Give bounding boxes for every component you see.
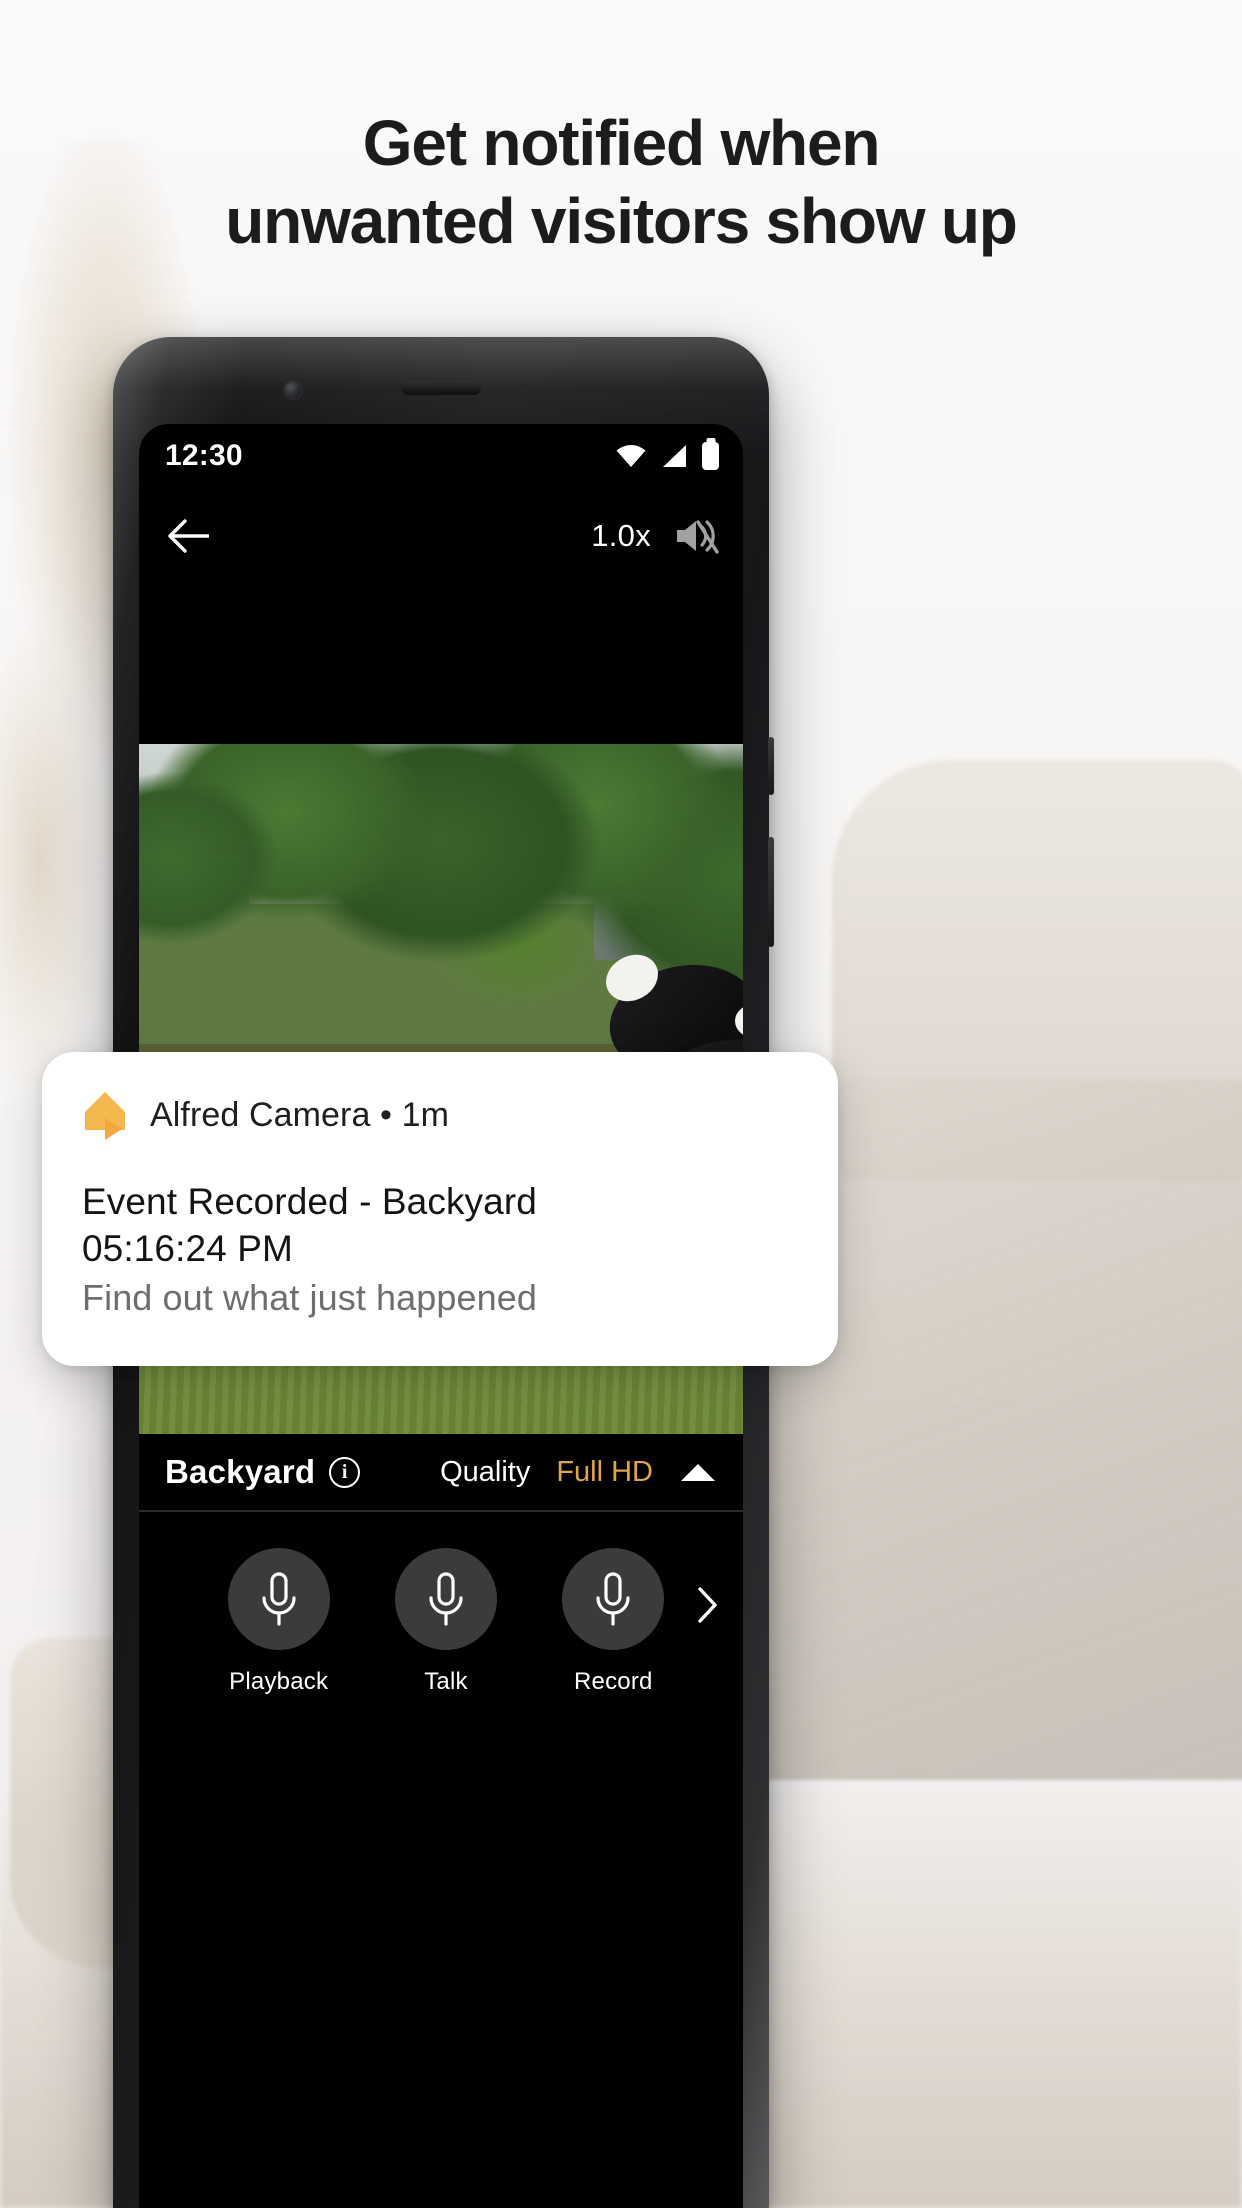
talk-button[interactable]: Talk xyxy=(394,1548,497,1696)
talk-button-circle xyxy=(394,1548,497,1650)
control-buttons-scroller[interactable]: Playback Talk Record xyxy=(139,1548,743,1696)
notification-header: Alfred Camera • 1m xyxy=(82,1090,798,1140)
camera-info-row: Backyard i Quality Full HD xyxy=(139,1434,743,1510)
notification-time: 05:16:24 PM xyxy=(82,1228,293,1270)
playback-button[interactable]: Playback xyxy=(227,1548,330,1696)
cell-signal-icon xyxy=(663,445,686,467)
playback-button-label: Playback xyxy=(229,1668,329,1695)
earpiece-speaker xyxy=(401,381,481,395)
notification-title: Event Recorded - Backyard xyxy=(82,1181,537,1222)
status-bar-time: 12:30 xyxy=(165,439,243,472)
record-button-label: Record xyxy=(574,1668,653,1695)
playback-button-circle xyxy=(227,1548,330,1650)
alfred-home-play-icon xyxy=(85,1092,125,1140)
chevron-right-icon[interactable] xyxy=(697,1586,719,1624)
microphone-icon xyxy=(596,1572,630,1626)
notification-card[interactable]: Alfred Camera • 1m Event Recorded - Back… xyxy=(42,1052,838,1366)
headline-line-1: Get notified when xyxy=(362,107,881,179)
notification-app-line: Alfred Camera • 1m xyxy=(150,1095,450,1134)
status-bar-icons xyxy=(616,442,719,470)
player-toolbar-right: 1.0x xyxy=(591,516,719,556)
speaker-muted-icon[interactable] xyxy=(673,516,719,556)
caret-up-icon[interactable] xyxy=(681,1463,715,1481)
arrow-left-icon[interactable] xyxy=(167,519,209,553)
talk-button-label: Talk xyxy=(424,1668,468,1695)
wifi-icon xyxy=(616,445,646,467)
status-bar: 12:30 xyxy=(139,424,743,488)
quality-value[interactable]: Full HD xyxy=(556,1456,653,1489)
phone-volume-button xyxy=(768,837,774,947)
quality-label: Quality xyxy=(440,1455,531,1488)
notification-subtitle: Find out what just happened xyxy=(82,1276,538,1318)
control-buttons-row: Playback Talk Record xyxy=(139,1512,743,1696)
headline-line-2: unwanted visitors show up xyxy=(225,185,1018,258)
quality-group: Quality Full HD xyxy=(440,1456,715,1489)
microphone-icon xyxy=(262,1572,296,1626)
front-camera-icon xyxy=(285,382,301,398)
record-button[interactable]: Record xyxy=(562,1548,665,1696)
player-toolbar: 1.0x xyxy=(139,488,743,584)
microphone-icon xyxy=(429,1572,463,1626)
record-button-circle xyxy=(562,1548,665,1650)
phone-power-button xyxy=(768,737,774,795)
camera-name-group: Backyard i xyxy=(165,1453,361,1491)
playback-speed-button[interactable]: 1.0x xyxy=(591,518,651,554)
battery-icon xyxy=(702,442,719,470)
info-icon[interactable]: i xyxy=(329,1456,361,1488)
camera-control-panel: Backyard i Quality Full HD Playback Talk… xyxy=(139,1434,743,2208)
page-title: Get notified when unwanted visitors show… xyxy=(0,104,1242,260)
camera-name: Backyard xyxy=(165,1453,316,1490)
